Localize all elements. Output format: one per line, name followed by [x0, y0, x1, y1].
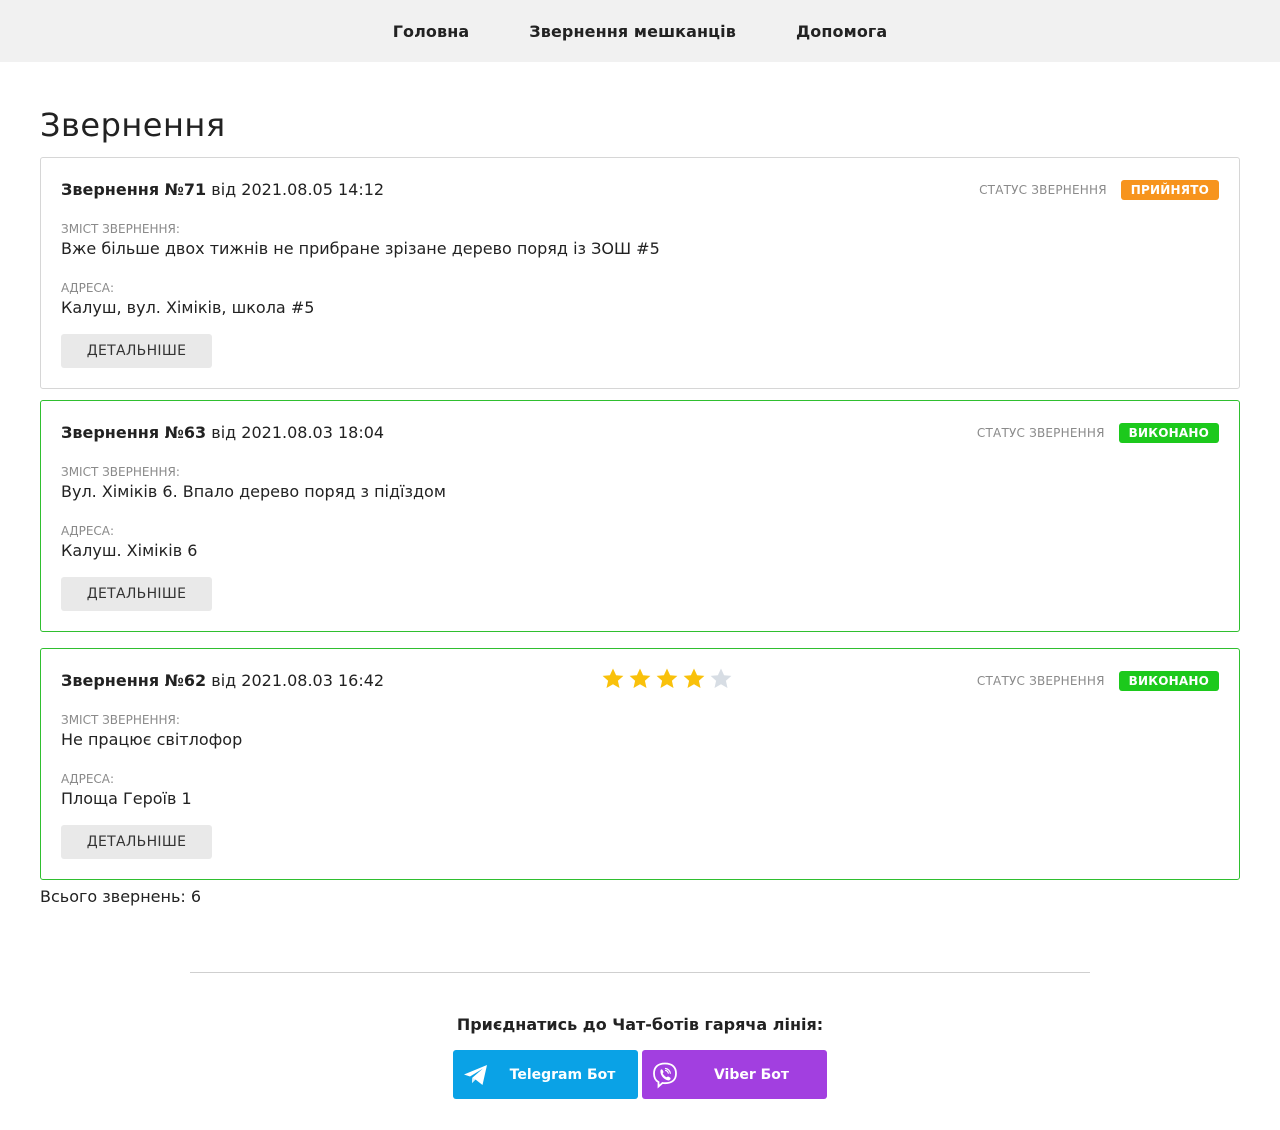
- status-label: СТАТУС ЗВЕРНЕННЯ: [979, 183, 1107, 197]
- request-status: СТАТУС ЗВЕРНЕННЯ ПРИЙНЯТО: [979, 180, 1219, 200]
- status-badge: ВИКОНАНО: [1118, 423, 1219, 443]
- request-header: Звернення №62 від 2021.08.03 16:42: [61, 671, 384, 690]
- request-date: 2021.08.03 16:42: [241, 671, 385, 690]
- request-date: 2021.08.03 18:04: [241, 423, 385, 442]
- address-value: Калуш. Хіміків 6: [61, 541, 198, 560]
- chatbots-title: Приєднатись до Чат-ботів гаряча лінія:: [456, 1015, 824, 1034]
- address-label: АДРЕСА:: [61, 524, 115, 538]
- rating-stars: [601, 667, 733, 691]
- request-card: Звернення №71 від 2021.08.05 14:12 СТАТУ…: [40, 157, 1240, 389]
- request-number: Звернення №63: [61, 423, 207, 442]
- request-date: 2021.08.05 14:12: [241, 180, 385, 199]
- address-value: Калуш, вул. Хіміків, школа #5: [61, 298, 315, 317]
- star-empty-icon: [710, 668, 732, 688]
- status-badge: ВИКОНАНО: [1118, 671, 1219, 691]
- request-number: Звернення №62: [61, 671, 207, 690]
- address-label: АДРЕСА:: [61, 281, 115, 295]
- content-value: Вул. Хіміків 6. Впало дерево поряд з під…: [61, 482, 446, 501]
- status-label: СТАТУС ЗВЕРНЕННЯ: [976, 426, 1105, 440]
- footer-divider: [190, 972, 1090, 973]
- star-filled-icon: [683, 668, 705, 688]
- main-content: Звернення Звернення №71 від 2021.08.05 1…: [0, 103, 1280, 906]
- total-requests: Всього звернень: 6: [40, 887, 202, 906]
- request-card: Звернення №63 від 2021.08.03 18:04 СТАТУ…: [40, 400, 1240, 632]
- details-button[interactable]: ДЕТАЛЬНІШЕ: [61, 577, 212, 611]
- status-badge: ПРИЙНЯТО: [1120, 180, 1219, 200]
- star-filled-icon: [656, 668, 678, 688]
- top-navigation: Головна Звернення мешканців Допомога: [0, 0, 1280, 62]
- telegram-icon: [464, 1065, 487, 1085]
- address-value: Площа Героїв 1: [61, 789, 192, 808]
- content-label: ЗМІСТ ЗВЕРНЕННЯ:: [61, 222, 180, 236]
- nav-home-link[interactable]: Головна: [393, 22, 470, 41]
- request-header: Звернення №71 від 2021.08.05 14:12: [61, 180, 384, 199]
- request-status: СТАТУС ЗВЕРНЕННЯ ВИКОНАНО: [977, 423, 1219, 443]
- content-value: Не працює світлофор: [61, 730, 243, 749]
- status-label: СТАТУС ЗВЕРНЕННЯ: [976, 674, 1105, 688]
- request-from-label: від: [211, 180, 237, 199]
- telegram-bot-button[interactable]: Telegram Бот: [453, 1050, 638, 1099]
- star-filled-icon: [629, 668, 651, 688]
- content-value: Вже більше двох тижнів не прибране зріза…: [61, 239, 660, 258]
- viber-bot-button[interactable]: Viber Бот: [642, 1050, 827, 1099]
- content-label: ЗМІСТ ЗВЕРНЕННЯ:: [61, 465, 180, 479]
- star-filled-icon: [602, 668, 624, 688]
- request-card: Звернення №62 від 2021.08.03 16:42 СТАТУ…: [40, 648, 1240, 880]
- nav-help-link[interactable]: Допомога: [796, 22, 887, 41]
- details-button[interactable]: ДЕТАЛЬНІШЕ: [61, 334, 212, 368]
- content-label: ЗМІСТ ЗВЕРНЕННЯ:: [61, 713, 180, 727]
- request-from-label: від: [211, 423, 237, 442]
- nav-requests-link[interactable]: Звернення мешканців: [529, 22, 736, 41]
- request-status: СТАТУС ЗВЕРНЕННЯ ВИКОНАНО: [977, 671, 1219, 691]
- request-header: Звернення №63 від 2021.08.03 18:04: [61, 423, 384, 442]
- footer: Приєднатись до Чат-ботів гаряча лінія: T…: [0, 1015, 1280, 1099]
- address-label: АДРЕСА:: [61, 772, 115, 786]
- viber-icon: [653, 1062, 677, 1089]
- details-button[interactable]: ДЕТАЛЬНІШЕ: [61, 825, 212, 859]
- request-from-label: від: [211, 671, 237, 690]
- request-number: Звернення №71: [61, 180, 207, 199]
- chatbot-buttons: Telegram Бот Viber Бот: [0, 1050, 1280, 1099]
- page-title: Звернення: [40, 106, 226, 144]
